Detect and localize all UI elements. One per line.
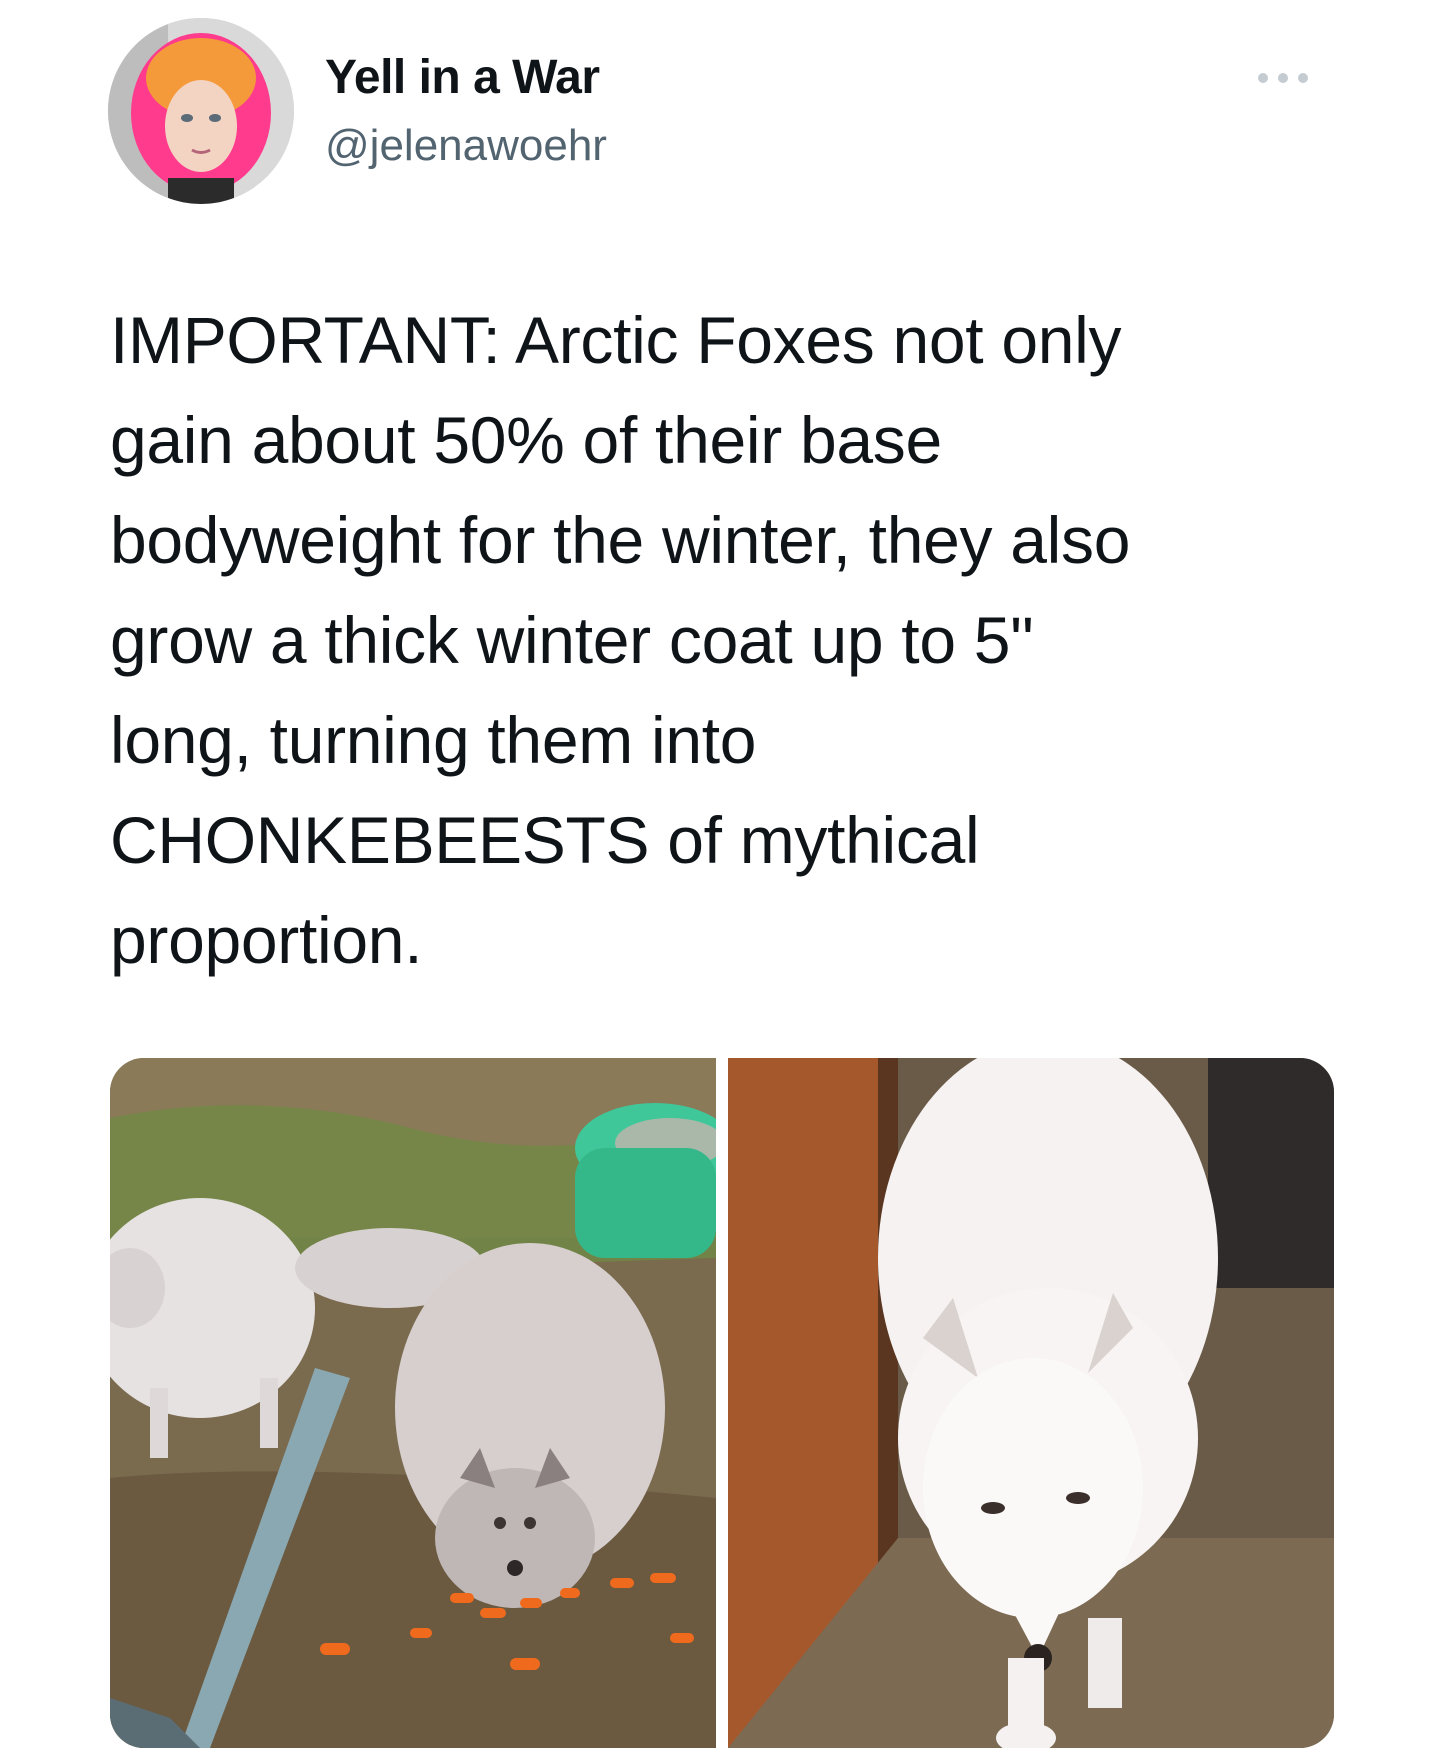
tweet-card: Yell in a War @jelenawoehr IMPORTANT: Ar…	[0, 0, 1440, 1763]
more-options-button[interactable]	[1248, 58, 1318, 98]
photo-white-arctic-fox-icon	[728, 1058, 1334, 1748]
avatar[interactable]	[108, 18, 294, 204]
photo-fat-arctic-foxes-eating-carrots[interactable]	[110, 1058, 716, 1748]
tweet-text: IMPORTANT: Arctic Foxes not only gain ab…	[110, 303, 1131, 977]
tweet-media[interactable]	[110, 1058, 1334, 1748]
profile-photo-icon	[108, 18, 294, 204]
photo-fat-arctic-foxes-icon	[110, 1058, 716, 1748]
author-name[interactable]: Yell in a War	[325, 50, 600, 106]
photo-white-arctic-fox[interactable]	[728, 1058, 1334, 1748]
more-horizontal-icon	[1258, 73, 1308, 83]
author-handle[interactable]: @jelenawoehr	[325, 120, 607, 172]
